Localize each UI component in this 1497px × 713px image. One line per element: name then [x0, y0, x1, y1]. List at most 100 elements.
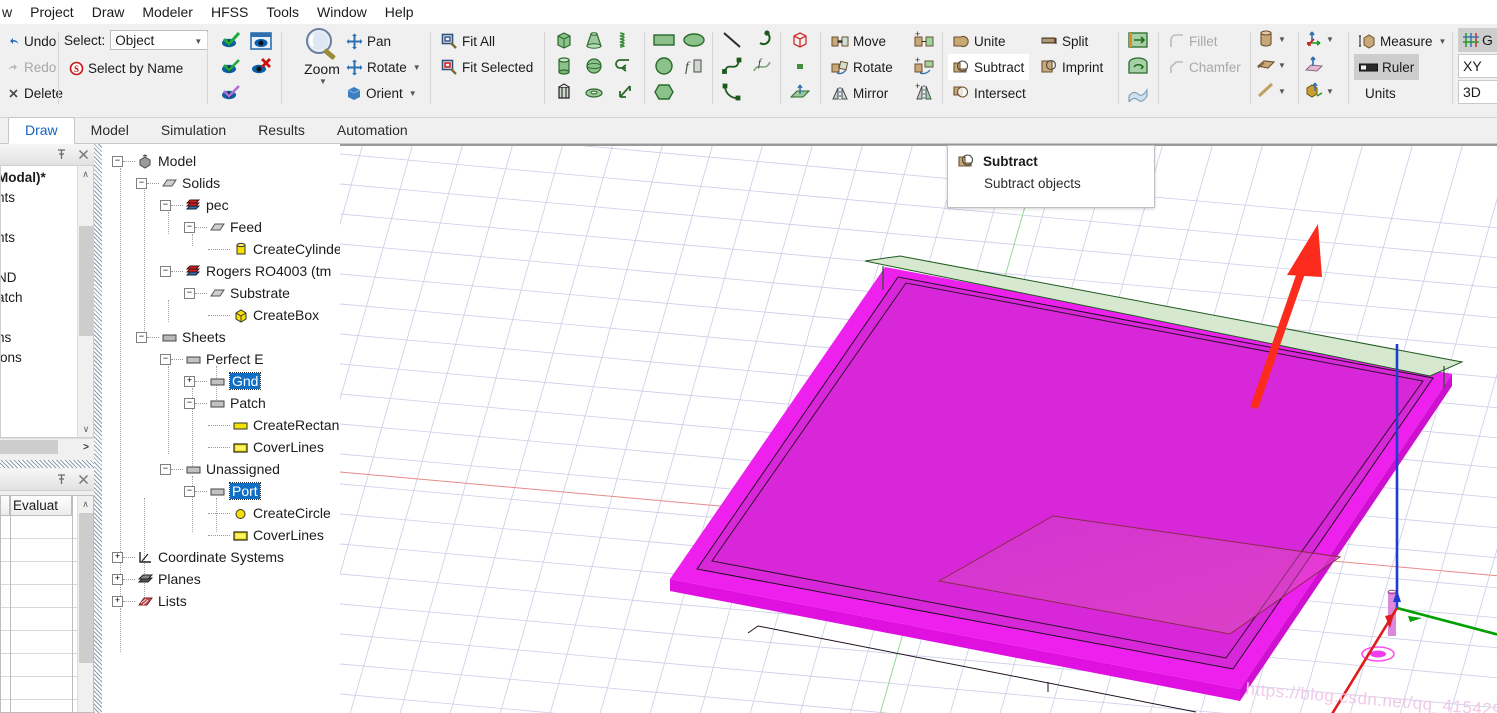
expand-collapse-icon[interactable]: +	[184, 375, 195, 387]
tab-simulation[interactable]: Simulation	[145, 118, 242, 143]
mirror-button[interactable]: Mirror	[826, 80, 893, 106]
surface-wrap-icon[interactable]	[1124, 79, 1152, 105]
tree-node-coverlines-port[interactable]: CoverLines	[208, 524, 324, 546]
expand-collapse-icon[interactable]: +	[112, 573, 123, 585]
tree-node-feed[interactable]: − Feed	[184, 216, 262, 238]
chevron-down-icon[interactable]: ▼	[1278, 87, 1286, 96]
3d-viewport[interactable]: https://blog.csdn.net/qq_41542947	[340, 144, 1497, 713]
sweep-along-vector-icon[interactable]	[1124, 27, 1152, 53]
pin-icon[interactable]	[54, 148, 68, 162]
tree-node-port[interactable]: − Port	[184, 480, 261, 502]
arc-icon[interactable]	[748, 27, 776, 53]
torus-icon[interactable]	[580, 79, 608, 105]
hide-selection-icon[interactable]	[247, 54, 275, 80]
show-all-icon[interactable]	[217, 54, 245, 80]
rectangle-icon[interactable]	[650, 27, 678, 53]
tree-node-coverlines-patch[interactable]: CoverLines	[208, 436, 324, 458]
expand-collapse-icon[interactable]: −	[160, 463, 171, 475]
measure-button[interactable]: Measure ▼	[1354, 28, 1451, 54]
grid-plane-xy-button[interactable]: XY	[1458, 54, 1497, 78]
grid-mode-3d-button[interactable]: 3D	[1458, 80, 1497, 104]
expand-collapse-icon[interactable]: −	[184, 485, 195, 497]
thicken-sheet-button[interactable]: ▼	[1256, 28, 1286, 51]
tab-model[interactable]: Model	[75, 118, 145, 143]
panel-splitter-vertical[interactable]	[94, 144, 102, 713]
move-button[interactable]: Move	[826, 28, 891, 54]
chamfer-button[interactable]: Chamfer	[1164, 54, 1246, 80]
tree-node-coordinate-systems[interactable]: + Coordinate Systems	[112, 546, 284, 568]
undo-button[interactable]: Undo	[2, 28, 61, 54]
intersect-button[interactable]: Intersect	[948, 80, 1031, 106]
rotate-object-button[interactable]: Rotate	[826, 54, 898, 80]
duplicate-rotate-icon[interactable]: +	[910, 53, 938, 79]
menu-item-draw[interactable]: Draw	[83, 2, 134, 22]
chevron-down-icon[interactable]: ▼	[1278, 61, 1286, 70]
tree-node-unassigned[interactable]: − Unassigned	[160, 458, 280, 480]
tree-node-createbox[interactable]: CreateBox	[208, 304, 319, 326]
menu-item-tools[interactable]: Tools	[257, 2, 308, 22]
expand-collapse-icon[interactable]: −	[184, 221, 195, 233]
pan-button[interactable]: Pan	[341, 28, 396, 54]
tree-node-patch[interactable]: − Patch	[184, 392, 266, 414]
cone-icon[interactable]	[580, 27, 608, 53]
fillet-button[interactable]: Fillet	[1164, 28, 1223, 54]
orient-button[interactable]: Orient ▼	[341, 80, 422, 106]
scrollbar-thumb[interactable]	[0, 440, 58, 454]
project-tree[interactable]: Modal)* nts nts ND atch ns ions ∧ ∨	[0, 166, 94, 438]
pin-icon[interactable]	[54, 473, 68, 487]
tree-node-solids[interactable]: − Solids	[136, 172, 220, 194]
ellipse-icon[interactable]	[680, 27, 708, 53]
scroll-up-icon[interactable]: ∧	[78, 496, 93, 512]
panel-splitter-horizontal[interactable]	[0, 460, 94, 468]
split-button[interactable]: Split	[1036, 28, 1093, 54]
select-mode-dropdown[interactable]: Object ▼	[110, 30, 209, 50]
menu-item-window-clipped[interactable]: w	[0, 2, 21, 22]
tree-node-gnd[interactable]: + Gnd	[184, 370, 262, 392]
expand-collapse-icon[interactable]: −	[184, 397, 195, 409]
chevron-down-icon[interactable]: ▼	[409, 89, 417, 98]
expand-collapse-icon[interactable]: −	[160, 265, 171, 277]
show-unselected-icon[interactable]	[217, 80, 245, 106]
imprint-button[interactable]: Imprint	[1036, 54, 1108, 80]
select-by-name-button[interactable]: S Select by Name	[64, 55, 188, 81]
box-icon[interactable]	[550, 27, 578, 53]
properties-column-header[interactable]	[1, 496, 10, 516]
tree-node-lists[interactable]: + Lists	[112, 590, 187, 612]
tree-node-createcircle[interactable]: CreateCircle	[208, 502, 331, 524]
tab-results[interactable]: Results	[242, 118, 321, 143]
bondwire-icon[interactable]	[610, 53, 638, 79]
fit-selected-button[interactable]: Fit Selected	[436, 54, 538, 80]
show-window-icon[interactable]	[247, 28, 275, 54]
fit-all-button[interactable]: Fit All	[436, 28, 500, 54]
scrollbar-thumb[interactable]	[79, 226, 93, 336]
point-box-icon[interactable]	[786, 27, 814, 53]
expand-collapse-icon[interactable]: +	[112, 595, 123, 607]
expand-collapse-icon[interactable]: +	[112, 551, 123, 563]
expand-collapse-icon[interactable]: −	[160, 353, 171, 365]
close-icon[interactable]	[76, 473, 90, 487]
menu-item-window[interactable]: Window	[308, 2, 376, 22]
tree-node-substrate[interactable]: − Substrate	[184, 282, 290, 304]
split-sheet-button[interactable]: ▼	[1256, 54, 1286, 77]
chevron-down-icon[interactable]: ▼	[1326, 35, 1334, 44]
cylinder-icon[interactable]	[550, 53, 578, 79]
expand-collapse-icon[interactable]: −	[184, 287, 195, 299]
duplicate-move-icon[interactable]: +	[910, 27, 938, 53]
sphere-icon[interactable]	[580, 53, 608, 79]
tree-node-perfect-e[interactable]: − Perfect E	[160, 348, 264, 370]
ruler-button[interactable]: Ruler	[1354, 54, 1420, 80]
regular-polyhedron-icon[interactable]	[550, 79, 578, 105]
scrollbar-thumb[interactable]	[79, 513, 93, 663]
tree-node-planes[interactable]: + Planes	[112, 568, 201, 590]
project-tree-horizontal-scrollbar[interactable]: >	[0, 438, 94, 455]
show-selection-icon[interactable]	[217, 28, 245, 54]
detach-faces-button[interactable]: ▼	[1256, 80, 1286, 103]
menu-item-hfss[interactable]: HFSS	[202, 2, 257, 22]
expand-collapse-icon[interactable]: −	[112, 155, 123, 167]
menu-item-project[interactable]: Project	[21, 2, 83, 22]
tab-draw[interactable]: Draw	[8, 117, 75, 144]
chevron-down-icon[interactable]: ▼	[1326, 87, 1334, 96]
tree-node-model[interactable]: − Model	[112, 150, 196, 172]
menu-item-modeler[interactable]: Modeler	[133, 2, 202, 22]
expand-collapse-icon[interactable]: −	[136, 177, 147, 189]
